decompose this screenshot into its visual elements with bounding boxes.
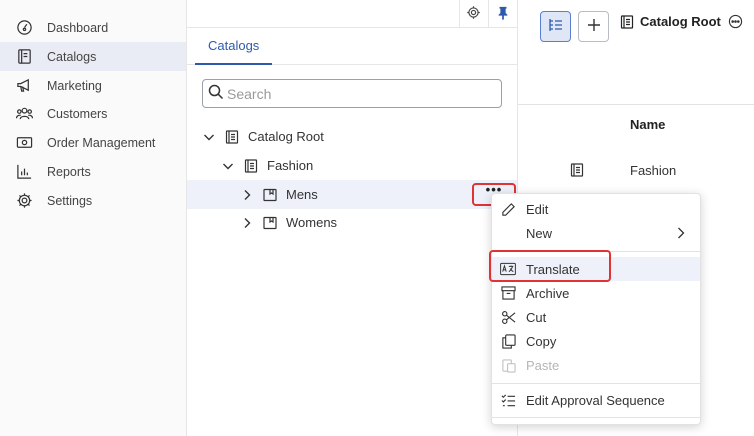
catalog-book-icon — [15, 48, 33, 66]
tree-node-catalog-root[interactable]: Catalog Root — [187, 122, 517, 151]
tree-node-label: Womens — [286, 215, 338, 230]
translate-highlight-box — [489, 250, 611, 282]
money-icon — [15, 134, 33, 152]
tree-tabs: Catalogs — [187, 28, 517, 65]
catalog-book-icon — [244, 158, 258, 173]
checklist-icon — [500, 392, 516, 408]
sidebar-item-label: Settings — [47, 193, 93, 208]
dashboard-gauge-icon — [15, 19, 33, 37]
menu-item-edit-approval-sequence[interactable]: Edit Approval Sequence — [492, 388, 700, 412]
copy-icon — [500, 333, 516, 349]
pin-panel-button[interactable] — [488, 0, 516, 28]
page-title: Catalog Root — [640, 14, 721, 29]
plus-icon — [587, 18, 601, 35]
chevron-down-icon[interactable] — [203, 131, 215, 143]
detail-title: Catalog Root — [620, 14, 743, 29]
catalog-book-icon — [570, 163, 584, 180]
sidebar-item-catalogs[interactable]: Catalogs — [0, 42, 186, 71]
menu-item-label: Cut — [526, 309, 547, 325]
sidebar-item-dashboard[interactable]: Dashboard — [0, 13, 186, 42]
menu-item-label: Edit — [526, 201, 549, 217]
menu-item-label: Paste — [526, 357, 560, 373]
menu-item-edit[interactable]: Edit — [492, 197, 700, 221]
menu-item-archive[interactable]: Archive — [492, 281, 700, 305]
sidebar-item-label: Dashboard — [47, 20, 109, 35]
gear-icon — [15, 192, 33, 210]
sidebar-item-customers[interactable]: Customers — [0, 99, 186, 128]
search-input[interactable] — [227, 85, 487, 102]
catalog-book-icon — [225, 129, 239, 144]
tree-node-label: Catalog Root — [248, 129, 324, 144]
sidebar-item-reports[interactable]: Reports — [0, 157, 186, 186]
tree-node-label: Mens — [286, 187, 318, 202]
scissors-icon — [500, 309, 516, 325]
paste-icon — [500, 357, 516, 373]
menu-item-cut[interactable]: Cut — [492, 305, 700, 329]
tree-node-label: Fashion — [267, 158, 314, 173]
category-icon — [263, 188, 277, 202]
bar-chart-icon — [15, 163, 33, 181]
sidebar-item-label: Marketing — [47, 78, 102, 93]
sidebar-item-label: Reports — [47, 164, 91, 179]
context-menu: Edit New Translate Archive Cut Copy Past… — [491, 193, 701, 425]
gear-icon — [466, 5, 481, 23]
tree-node-womens[interactable]: Womens — [187, 208, 517, 237]
menu-item-paste: Paste — [492, 353, 700, 377]
sidebar-item-marketing[interactable]: Marketing — [0, 71, 186, 100]
sidebar-item-label: Customers — [47, 106, 108, 121]
header-divider — [518, 104, 754, 105]
sidebar-item-order-management[interactable]: Order Management — [0, 128, 186, 157]
chevron-right-icon — [676, 227, 686, 239]
catalog-book-icon — [620, 14, 634, 29]
tree-view-toggle-button[interactable] — [540, 11, 571, 42]
menu-item-new[interactable]: New — [492, 221, 700, 245]
chevron-right-icon[interactable] — [241, 217, 253, 229]
menu-divider — [492, 417, 700, 418]
menu-item-label: Archive — [526, 285, 570, 301]
list-tree-icon — [548, 17, 564, 36]
menu-item-label: New — [526, 225, 553, 241]
pencil-icon — [500, 201, 516, 217]
menu-item-copy[interactable]: Copy — [492, 329, 700, 353]
more-options-icon[interactable] — [728, 14, 743, 29]
panel-settings-button[interactable] — [459, 0, 487, 28]
menu-item-label: Copy — [526, 333, 557, 349]
pin-icon — [496, 6, 510, 23]
column-header-name[interactable]: Name — [630, 117, 665, 132]
megaphone-icon — [15, 77, 33, 95]
table-row-name[interactable]: Fashion — [630, 163, 676, 178]
tree-panel-toolbar — [187, 0, 517, 28]
menu-divider — [492, 383, 700, 384]
chevron-down-icon[interactable] — [222, 160, 234, 172]
tree-node-fashion[interactable]: Fashion — [187, 151, 517, 180]
chevron-right-icon[interactable] — [241, 189, 253, 201]
users-icon — [15, 105, 33, 123]
sidebar-item-label: Order Management — [47, 135, 156, 150]
tab-catalogs[interactable]: Catalogs — [195, 28, 273, 65]
add-button[interactable] — [578, 11, 609, 42]
sidebar-nav: Dashboard Catalogs Marketing Customers O… — [0, 0, 187, 436]
search-icon — [208, 84, 224, 103]
archive-icon — [500, 285, 516, 301]
sidebar-item-settings[interactable]: Settings — [0, 186, 186, 215]
menu-item-label: Edit Approval Sequence — [526, 392, 665, 408]
tree-node-mens[interactable]: Mens ••• — [187, 180, 517, 209]
search-box — [202, 79, 502, 108]
catalog-tree-panel: Catalogs Catalog Root Fashion — [187, 0, 518, 436]
category-icon — [263, 216, 277, 230]
sidebar-item-label: Catalogs — [47, 49, 97, 64]
